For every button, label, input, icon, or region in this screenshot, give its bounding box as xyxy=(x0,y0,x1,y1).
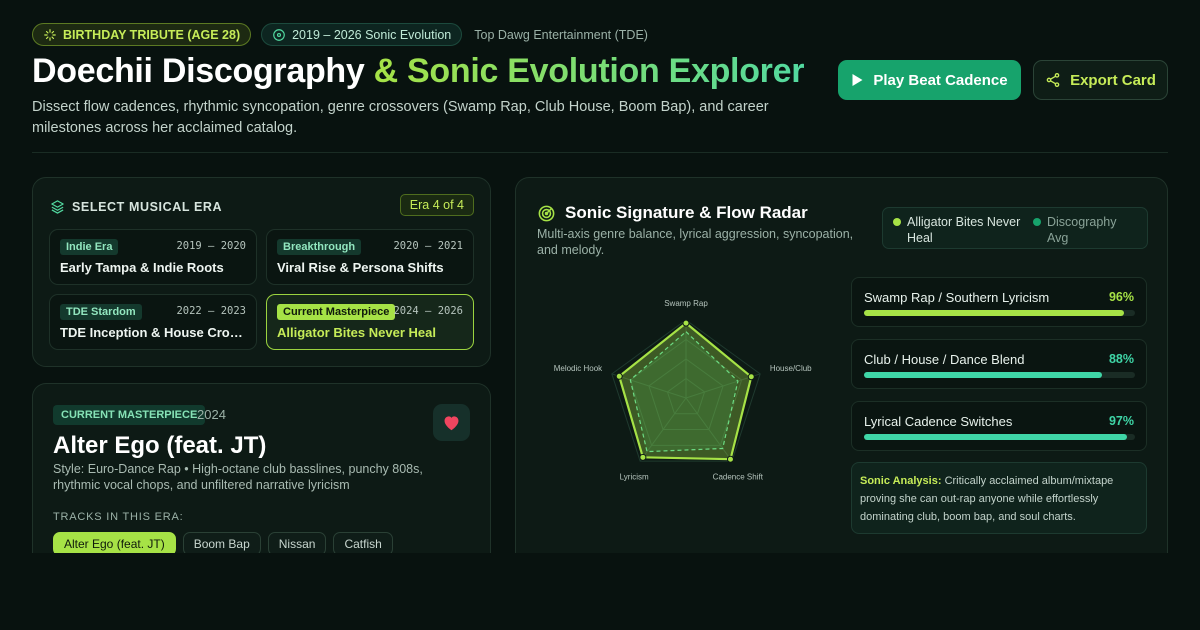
metric-name: Lyrical Cadence Switches xyxy=(864,414,1013,429)
metric-bar-track xyxy=(864,310,1135,316)
metric-bar-fill xyxy=(864,372,1103,378)
radar-point xyxy=(747,373,755,381)
radar-axis-label: Melodic Hook xyxy=(554,364,603,373)
years-badge-text: 2019 – 2026 Sonic Evolution xyxy=(292,27,452,42)
track-chip[interactable]: Alter Ego (feat. JT) xyxy=(53,532,176,553)
page-title-accent: & Sonic Evolution Explorer xyxy=(373,52,805,90)
era-tag: TDE Stardom xyxy=(60,304,142,320)
header-badges: BIRTHDAY TRIBUTE (AGE 28) 2019 – 2026 So… xyxy=(32,23,648,46)
era-tag: Current Masterpiece xyxy=(277,304,396,320)
play-beat-cadence-button[interactable]: Play Beat Cadence xyxy=(838,60,1021,100)
heart-icon xyxy=(444,416,459,431)
metric-cadence-switches: Lyrical Cadence Switches 97% xyxy=(851,401,1147,451)
metric-bar-fill xyxy=(864,434,1127,440)
radar-icon xyxy=(538,205,555,221)
album-year: 2024 xyxy=(197,407,226,422)
header-divider xyxy=(32,152,1168,153)
album-era-tag: CURRENT MASTERPIECE xyxy=(53,405,206,425)
sparkle-icon xyxy=(44,28,56,41)
radar-legend: Alligator Bites Never Heal Discography A… xyxy=(882,207,1148,249)
track-chip[interactable]: Nissan xyxy=(267,532,327,553)
era-selector-panel: SELECT MUSICAL ERA Era 4 of 4 Indie Era … xyxy=(32,177,491,367)
years-badge: 2019 – 2026 Sonic Evolution xyxy=(261,23,463,46)
era-card-tde-stardom[interactable]: TDE Stardom 2022 – 2023 TDE Inception & … xyxy=(49,294,257,350)
era-tag: Indie Era xyxy=(60,239,119,255)
metric-club-house: Club / House / Dance Blend 88% xyxy=(851,339,1147,389)
album-title: Alter Ego (feat. JT) xyxy=(53,432,267,459)
analysis-label: Sonic Analysis: xyxy=(860,475,942,487)
metric-name: Club / House / Dance Blend xyxy=(864,352,1025,367)
export-card-button[interactable]: Export Card xyxy=(1033,60,1168,100)
metric-value: 88% xyxy=(1108,352,1134,366)
metric-value: 96% xyxy=(1108,290,1134,304)
era-tag: Breakthrough xyxy=(277,239,362,255)
legend-dot xyxy=(1033,218,1041,226)
era-card-breakthrough[interactable]: Breakthrough 2020 – 2021 Viral Rise & Pe… xyxy=(266,229,474,285)
album-detail-panel: CURRENT MASTERPIECE 2024 Alter Ego (feat… xyxy=(32,383,491,553)
radar-heading: Sonic Signature & Flow Radar xyxy=(537,203,808,223)
radar-chart: Swamp Rap House/Club Cadence Shift Lyricism… xyxy=(554,299,812,481)
page-title: Doechii Discography & Sonic Evolution Ex… xyxy=(32,52,804,91)
page-subtitle: Dissect flow cadences, rhythmic syncopat… xyxy=(32,99,769,136)
birthday-badge: BIRTHDAY TRIBUTE (AGE 28) xyxy=(32,23,252,46)
sonic-radar-panel: Sonic Signature & Flow Radar Multi-axis … xyxy=(515,177,1168,553)
radar-point xyxy=(682,319,690,327)
legend-label: Discography Avg xyxy=(1047,215,1117,245)
track-chip[interactable]: Boom Bap xyxy=(182,532,261,553)
metric-swamp-rap: Swamp Rap / Southern Lyricism 96% xyxy=(851,277,1147,327)
era-card-indie[interactable]: Indie Era 2019 – 2020 Early Tampa & Indi… xyxy=(49,229,257,285)
radar-title: Sonic Signature & Flow Radar xyxy=(565,203,808,222)
era-name: TDE Inception & House Crossover xyxy=(60,325,246,340)
radar-point xyxy=(639,453,647,461)
page-title-main: Doechii Discography xyxy=(32,52,365,90)
era-name: Alligator Bites Never Heal xyxy=(277,325,436,340)
play-icon xyxy=(852,74,863,86)
sonic-analysis-note: Sonic Analysis: Critically acclaimed alb… xyxy=(851,462,1147,534)
layers-icon xyxy=(51,200,64,214)
legend-label: Alligator Bites Never Heal xyxy=(907,215,1021,245)
era-selector-heading: SELECT MUSICAL ERA xyxy=(50,199,222,214)
export-button-label: Export Card xyxy=(1070,71,1156,89)
era-count-badge: Era 4 of 4 xyxy=(399,194,474,216)
radar-axis-label: Cadence Shift xyxy=(713,472,764,481)
radar-point xyxy=(615,372,623,380)
radar-axis-label: Swamp Rap xyxy=(664,299,708,308)
radar-description: Multi-axis genre balance, lyrical aggres… xyxy=(537,227,854,257)
metric-bar-track xyxy=(864,434,1135,440)
legend-item-current: Alligator Bites Never Heal xyxy=(893,214,1021,246)
radar-series-current xyxy=(618,322,753,461)
metric-bar-track xyxy=(864,372,1135,378)
era-name: Early Tampa & Indie Roots xyxy=(60,260,224,275)
era-years: 2024 – 2026 xyxy=(393,305,463,317)
album-style: Style: Euro-Dance Rap • High-octane club… xyxy=(53,462,423,492)
legend-item-average: Discography Avg xyxy=(1033,214,1133,246)
era-years: 2020 – 2021 xyxy=(393,240,463,252)
metric-value: 97% xyxy=(1108,414,1134,428)
birthday-badge-text: BIRTHDAY TRIBUTE (AGE 28) xyxy=(63,27,241,42)
era-years: 2019 – 2020 xyxy=(176,240,246,252)
radar-point xyxy=(726,455,734,463)
disc-icon xyxy=(273,28,285,41)
share-icon xyxy=(1046,73,1060,87)
track-list: Alter Ego (feat. JT) Boom Bap Nissan Cat… xyxy=(53,532,393,553)
era-years: 2022 – 2023 xyxy=(176,305,246,317)
favorite-button[interactable] xyxy=(433,404,470,441)
play-button-label: Play Beat Cadence xyxy=(873,71,1008,89)
metric-bar-fill xyxy=(864,310,1125,316)
legend-dot xyxy=(893,218,901,226)
era-card-current-masterpiece[interactable]: Current Masterpiece 2024 – 2026 Alligato… xyxy=(266,294,474,350)
radar-axis-label: House/Club xyxy=(770,364,812,373)
record-label: Top Dawg Entertainment (TDE) xyxy=(474,27,648,42)
metric-name: Swamp Rap / Southern Lyricism xyxy=(864,290,1050,305)
radar-axis-label: Lyricism xyxy=(620,472,649,481)
tracks-label: TRACKS IN THIS ERA: xyxy=(53,511,184,523)
track-chip[interactable]: Catfish xyxy=(333,532,393,553)
era-selector-title: SELECT MUSICAL ERA xyxy=(72,199,223,214)
era-name: Viral Rise & Persona Shifts xyxy=(277,260,444,275)
